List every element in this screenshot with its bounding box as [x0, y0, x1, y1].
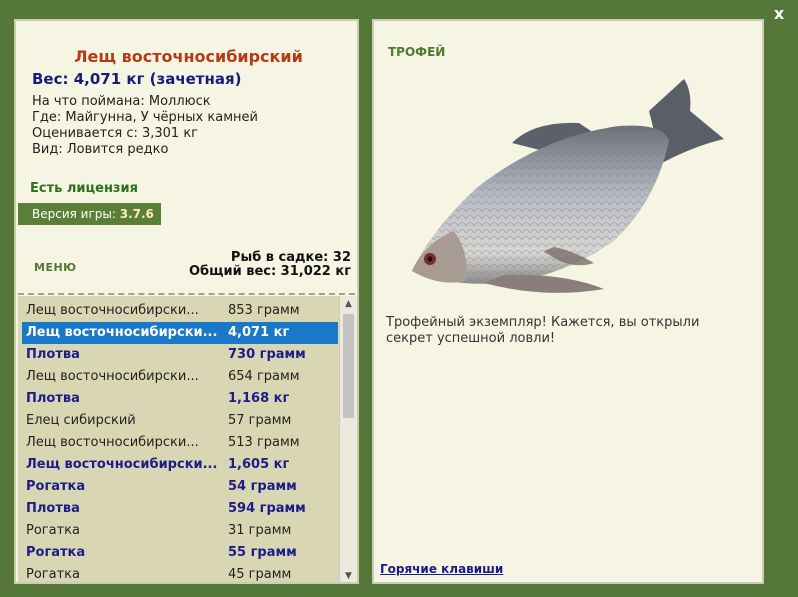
fish-name: Лещ восточносибирски... — [26, 369, 199, 384]
divider — [18, 293, 355, 295]
fish-weight-value: 55 грамм — [228, 545, 297, 560]
list-item[interactable]: Елец сибирский 57 грамм — [22, 410, 338, 432]
version-bar: Версия игры: 3.7.6 — [18, 203, 161, 225]
fish-weight-value: 1,168 кг — [228, 391, 290, 406]
catch-list: Лещ восточносибирски... 853 грамм Лещ вост… — [18, 296, 357, 582]
scroll-down-icon[interactable]: ▼ — [340, 568, 357, 582]
cage-count: Рыб в садке: 32 — [230, 250, 351, 265]
close-button[interactable]: x — [770, 5, 788, 23]
list-item[interactable]: Плотва 1,168 кг — [22, 388, 338, 410]
fish-rating: Оценивается с: 3,301 кг — [32, 126, 199, 141]
fish-name: Лещ восточносибирски... — [26, 325, 218, 340]
fish-weight-value: 57 грамм — [228, 413, 292, 428]
fish-weight-value: 45 грамм — [228, 567, 292, 582]
list-item[interactable]: Лещ восточносибирски... 513 грамм — [22, 432, 338, 454]
fish-weight-value: 1,605 кг — [228, 457, 290, 472]
list-item[interactable]: Рогатка 45 грамм — [22, 564, 338, 582]
fish-name: Рогатка — [26, 545, 86, 560]
catch-list-rows: Лещ восточносибирски... 853 грамм Лещ вост… — [18, 296, 338, 582]
fish-info-panel: Лещ восточносибирский Вес: 4,071 кг (зач… — [14, 19, 359, 584]
list-item[interactable]: Плотва 730 грамм — [22, 344, 338, 366]
fish-name: Лещ восточносибирски... — [26, 303, 199, 318]
trophy-message: Трофейный экземпляр! Кажется, вы открыли… — [386, 315, 700, 346]
cage-summary: Рыб в садке: 32 Общий вес: 31,022 кг — [189, 251, 351, 279]
fish-weight-value: 54 грамм — [228, 479, 297, 494]
list-item[interactable]: Лещ восточносибирски... 1,605 кг — [22, 454, 338, 476]
game-window: x Лещ восточносибирский Вес: 4,071 кг (з… — [0, 0, 798, 597]
fish-name: Плотва — [26, 391, 80, 406]
fish-name: Рогатка — [26, 479, 86, 494]
list-item[interactable]: Лещ восточносибирски... 853 грамм — [22, 300, 338, 322]
bream-fish-image — [412, 79, 724, 293]
scroll-up-icon[interactable]: ▲ — [340, 296, 357, 312]
fish-weight-value: 730 грамм — [228, 347, 306, 362]
fish-weight-value: 31 грамм — [228, 523, 292, 538]
fish-name: Лещ восточносибирски... — [26, 435, 199, 450]
fish-kind: Вид: Ловится редко — [32, 142, 169, 157]
fish-weight-value: 594 грамм — [228, 501, 306, 516]
trophy-panel: ТРОФЕЙ Трофейный экземпляр! Кажется, вы … — [372, 19, 764, 584]
fish-bait: На что поймана: Моллюск — [32, 94, 211, 109]
scroll-thumb[interactable] — [343, 314, 354, 418]
fish-weight-value: 4,071 кг — [228, 325, 290, 340]
hotkeys-link[interactable]: Горячие клавиши — [380, 562, 503, 576]
list-item[interactable]: Лещ восточносибирски... 654 грамм — [22, 366, 338, 388]
fish-name: Плотва — [26, 347, 80, 362]
list-item[interactable]: Рогатка 54 грамм — [22, 476, 338, 498]
fish-title: Лещ восточносибирский — [74, 47, 303, 66]
fish-name: Плотва — [26, 501, 80, 516]
list-item[interactable]: Лещ восточносибирски... 4,071 кг — [22, 322, 338, 344]
fish-name: Рогатка — [26, 523, 80, 538]
list-item[interactable]: Рогатка 55 грамм — [22, 542, 338, 564]
fish-name: Рогатка — [26, 567, 80, 582]
list-item[interactable]: Плотва 594 грамм — [22, 498, 338, 520]
fish-weight-value: 513 грамм — [228, 435, 300, 450]
license-status: Есть лицензия — [30, 181, 138, 196]
version-label: Версия игры: — [32, 207, 120, 221]
scrollbar[interactable]: ▲ ▼ — [339, 296, 357, 582]
cage-total: Общий вес: 31,022 кг — [188, 264, 351, 279]
fish-weight-value: 654 грамм — [228, 369, 300, 384]
list-item[interactable]: Рогатка 31 грамм — [22, 520, 338, 542]
fish-name: Лещ восточносибирски... — [26, 457, 218, 472]
fish-place: Где: Майгунна, У чёрных камней — [32, 110, 258, 125]
fish-name: Елец сибирский — [26, 413, 136, 428]
menu-button[interactable]: МЕНЮ — [34, 261, 77, 274]
fish-weight: Вес: 4,071 кг (зачетная) — [32, 70, 242, 88]
fish-weight-value: 853 грамм — [228, 303, 300, 318]
version-value: 3.7.6 — [119, 207, 154, 221]
